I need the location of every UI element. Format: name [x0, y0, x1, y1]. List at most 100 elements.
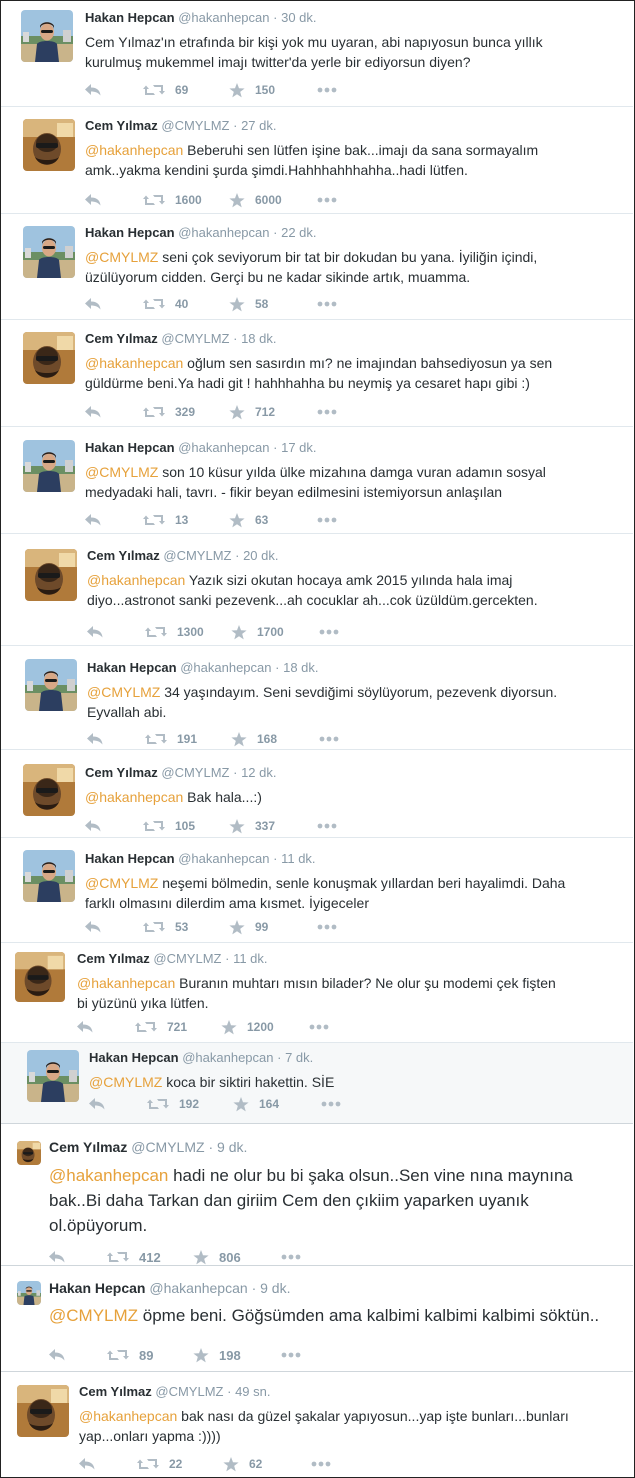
favorite-button[interactable]: 99	[229, 918, 268, 936]
user-name[interactable]: Cem Yılmaz	[85, 118, 158, 133]
avatar[interactable]	[17, 1385, 69, 1437]
retweet-button[interactable]: 89	[107, 1346, 153, 1364]
tweet-timestamp[interactable]: 18 dk.	[241, 331, 276, 346]
favorite-button[interactable]: 62	[223, 1455, 262, 1473]
retweet-button[interactable]: 191	[145, 730, 197, 748]
mention-link[interactable]: @hakanhepcan	[49, 1166, 168, 1185]
avatar[interactable]	[15, 952, 65, 1002]
more-button[interactable]	[317, 81, 337, 99]
tweet-timestamp[interactable]: 18 dk.	[283, 660, 318, 675]
retweet-button[interactable]: 1300	[145, 623, 204, 641]
tweet[interactable]: Cem Yılmaz @CMYLMZ · 27 dk. @hakanhepcan …	[1, 106, 633, 213]
favorite-button[interactable]: 198	[193, 1346, 241, 1364]
reply-button[interactable]	[85, 81, 101, 99]
mention-link[interactable]: @CMYLMZ	[87, 684, 160, 700]
user-name[interactable]: Hakan Hepcan	[85, 440, 175, 455]
reply-button[interactable]	[87, 730, 103, 748]
user-name[interactable]: Hakan Hepcan	[87, 660, 177, 675]
retweet-button[interactable]: 329	[143, 403, 195, 421]
tweet[interactable]: Hakan Hepcan @hakanhepcan · 11 dk. @CMYLM…	[1, 837, 633, 942]
avatar[interactable]	[23, 226, 75, 278]
mention-link[interactable]: @hakanhepcan	[85, 355, 183, 371]
user-name[interactable]: Cem Yılmaz	[49, 1139, 127, 1155]
tweet-timestamp[interactable]: 9 dk.	[260, 1280, 290, 1296]
avatar[interactable]	[23, 850, 75, 902]
tweet[interactable]: Cem Yılmaz @CMYLMZ · 49 sn. @hakanhepcan …	[1, 1371, 633, 1478]
tweet-timestamp[interactable]: 12 dk.	[241, 765, 276, 780]
user-name[interactable]: Cem Yılmaz	[85, 765, 158, 780]
tweet-timestamp[interactable]: 30 dk.	[281, 10, 316, 25]
user-handle[interactable]: @CMYLMZ	[163, 548, 231, 563]
user-handle[interactable]: @hakanhepcan	[182, 1050, 273, 1065]
more-button[interactable]	[317, 295, 337, 313]
favorite-button[interactable]: 164	[233, 1095, 279, 1113]
more-button[interactable]	[317, 403, 337, 421]
tweet-timestamp[interactable]: 11 dk.	[233, 951, 267, 966]
retweet-button[interactable]: 721	[135, 1018, 187, 1036]
more-button[interactable]	[281, 1346, 301, 1364]
more-button[interactable]	[317, 511, 337, 529]
user-name[interactable]: Hakan Hepcan	[89, 1050, 179, 1065]
tweet-timestamp[interactable]: 27 dk.	[241, 118, 276, 133]
avatar[interactable]	[25, 549, 77, 601]
tweet-timestamp[interactable]: 49 sn.	[235, 1384, 270, 1399]
tweet[interactable]: Cem Yılmaz @CMYLMZ · 9 dk. @hakanhepcan h…	[1, 1123, 633, 1265]
tweet-timestamp[interactable]: 7 dk.	[285, 1050, 313, 1065]
user-handle[interactable]: @hakanhepcan	[178, 10, 269, 25]
user-handle[interactable]: @CMYLMZ	[161, 331, 229, 346]
favorite-button[interactable]: 63	[229, 511, 268, 529]
tweet-timestamp[interactable]: 20 dk.	[243, 548, 278, 563]
tweet-timestamp[interactable]: 17 dk.	[281, 440, 316, 455]
retweet-button[interactable]: 105	[143, 817, 195, 835]
reply-button[interactable]	[85, 403, 101, 421]
user-name[interactable]: Cem Yılmaz	[87, 548, 160, 563]
reply-button[interactable]	[85, 817, 101, 835]
user-handle[interactable]: @CMYLMZ	[131, 1139, 204, 1155]
tweet[interactable]: Hakan Hepcan @hakanhepcan · 22 dk. @CMYLM…	[1, 213, 633, 319]
mention-link[interactable]: @hakanhepcan	[87, 572, 185, 588]
favorite-button[interactable]: 337	[229, 817, 275, 835]
tweet[interactable]: Hakan Hepcan @hakanhepcan · 30 dk. Cem Yı…	[1, 0, 633, 106]
reply-button[interactable]	[79, 1455, 95, 1473]
more-button[interactable]	[317, 817, 337, 835]
mention-link[interactable]: @CMYLMZ	[85, 464, 158, 480]
favorite-button[interactable]: 1700	[231, 623, 284, 641]
avatar[interactable]	[17, 1141, 41, 1165]
favorite-button[interactable]: 168	[231, 730, 277, 748]
retweet-button[interactable]: 412	[107, 1248, 161, 1265]
user-handle[interactable]: @CMYLMZ	[153, 951, 221, 966]
avatar[interactable]	[23, 332, 75, 384]
tweet[interactable]: Cem Yılmaz @CMYLMZ · 12 dk. @hakanhepcan …	[1, 749, 633, 837]
retweet-button[interactable]: 40	[143, 295, 188, 313]
user-handle[interactable]: @CMYLMZ	[155, 1384, 223, 1399]
reply-button[interactable]	[49, 1346, 65, 1364]
reply-button[interactable]	[85, 918, 101, 936]
more-button[interactable]	[317, 918, 337, 936]
avatar[interactable]	[23, 764, 75, 816]
reply-button[interactable]	[77, 1018, 93, 1036]
favorite-button[interactable]: 806	[193, 1248, 241, 1265]
mention-link[interactable]: @CMYLMZ	[85, 875, 158, 891]
user-handle[interactable]: @hakanhepcan	[149, 1280, 247, 1296]
favorite-button[interactable]: 1200	[221, 1018, 274, 1036]
tweet-timestamp[interactable]: 22 dk.	[281, 225, 316, 240]
retweet-button[interactable]: 69	[143, 81, 188, 99]
user-name[interactable]: Cem Yılmaz	[77, 951, 150, 966]
avatar[interactable]	[21, 10, 73, 62]
tweet-timestamp[interactable]: 11 dk.	[281, 851, 315, 866]
tweet[interactable]: Cem Yılmaz @CMYLMZ · 11 dk. @hakanhepcan …	[1, 942, 633, 1042]
user-handle[interactable]: @hakanhepcan	[178, 851, 269, 866]
more-button[interactable]	[317, 191, 337, 209]
tweet[interactable]: Hakan Hepcan @hakanhepcan · 18 dk. @CMYLM…	[1, 645, 633, 749]
retweet-button[interactable]: 1600	[143, 191, 202, 209]
reply-button[interactable]	[49, 1248, 65, 1265]
avatar[interactable]	[23, 440, 75, 492]
mention-link[interactable]: @hakanhepcan	[85, 142, 183, 158]
user-handle[interactable]: @CMYLMZ	[161, 118, 229, 133]
favorite-button[interactable]: 6000	[229, 191, 282, 209]
mention-link[interactable]: @hakanhepcan	[77, 975, 175, 991]
reply-button[interactable]	[89, 1095, 105, 1113]
user-handle[interactable]: @CMYLMZ	[161, 765, 229, 780]
more-button[interactable]	[319, 623, 339, 641]
user-handle[interactable]: @hakanhepcan	[178, 440, 269, 455]
